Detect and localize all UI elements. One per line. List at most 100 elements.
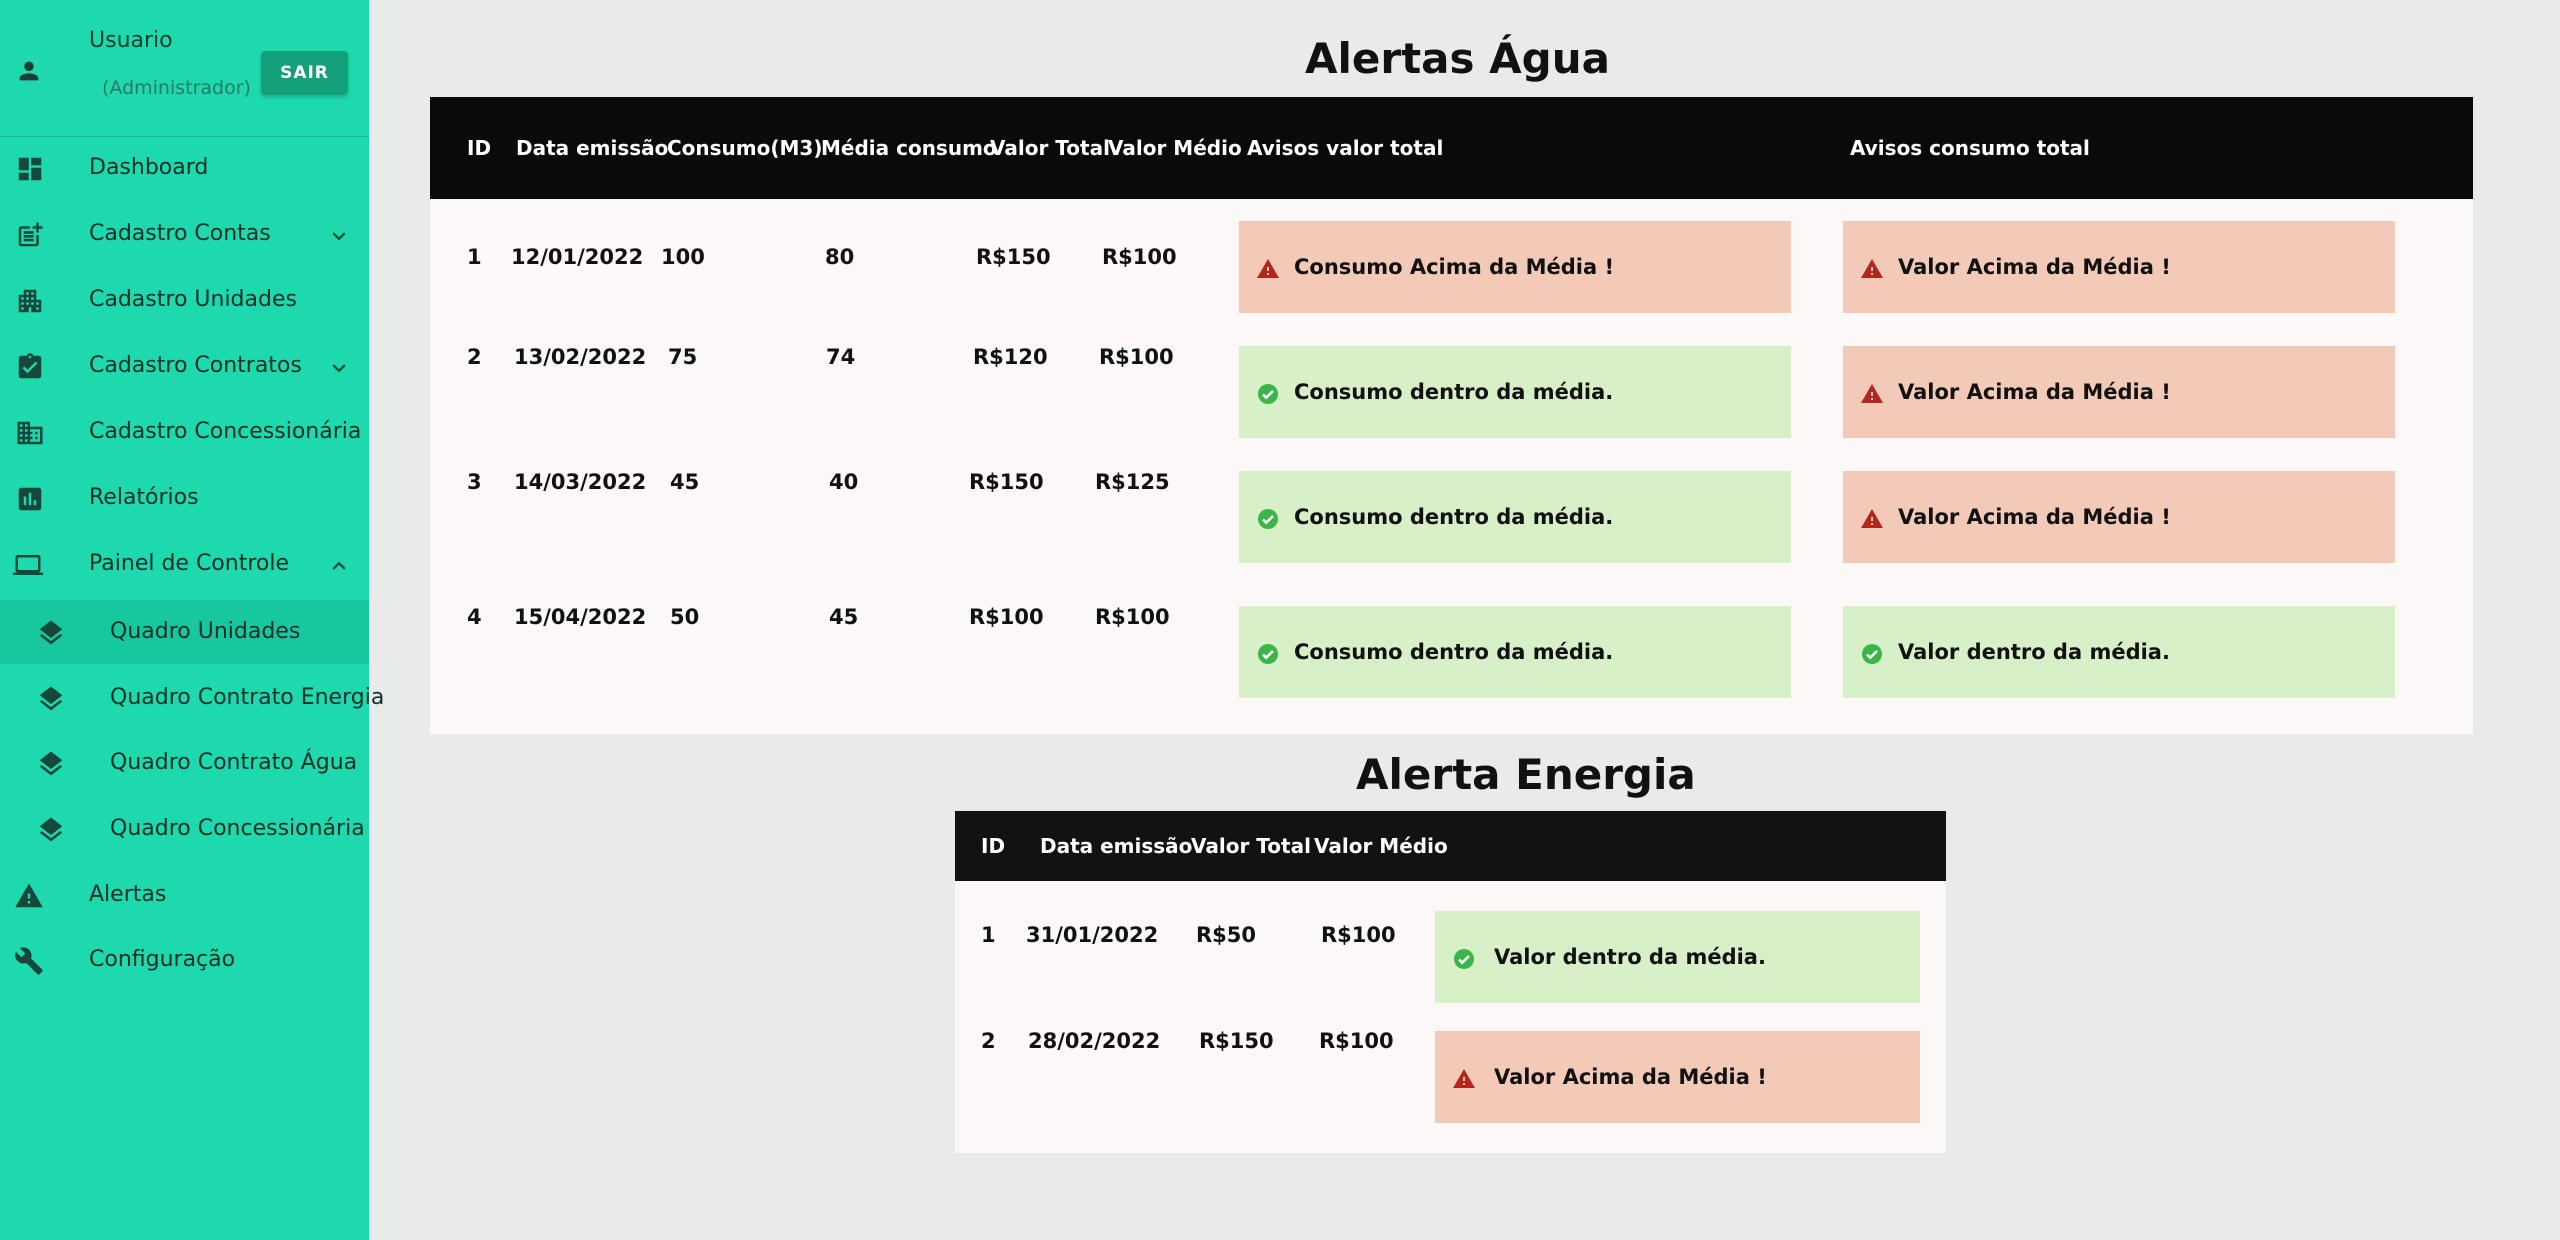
user-role: (Administrador)	[102, 77, 251, 99]
warning-icon	[15, 883, 43, 908]
nav-quadro-contrato-energia[interactable]: Quadro Contrato Energia	[0, 666, 384, 730]
nav-quadro-concessionaria[interactable]: Quadro Concessionária	[0, 797, 369, 861]
nav-configuracao-label: Configuração	[89, 947, 236, 972]
cell-date: 15/04/2022	[514, 605, 647, 629]
chevron-down-icon	[332, 232, 346, 241]
alert-valor: Valor Acima da Média !	[1843, 471, 2395, 563]
cell-total: R$150	[976, 245, 1051, 269]
agua-table-header: ID Data emissão Consumo(M3) Média consum…	[430, 97, 2473, 199]
nav-painel-controle-label: Painel de Controle	[89, 551, 290, 576]
nav-quadro-unidades-label: Quadro Unidades	[110, 619, 301, 644]
check-circle-icon	[1256, 382, 1280, 406]
nav-dashboard-label: Dashboard	[89, 155, 209, 180]
dashboard-icon	[18, 157, 42, 181]
col-header-data-emissao: Data emissão	[516, 136, 669, 160]
nav-painel-controle[interactable]: Painel de Controle	[0, 532, 369, 596]
alert-valor: Valor dentro da média.	[1843, 606, 2395, 698]
alert-valor: Valor Acima da Média !	[1843, 346, 2395, 438]
cell-medio: R$100	[1102, 245, 1177, 269]
cell-total: R$150	[1199, 1029, 1274, 1053]
alert-text: Consumo dentro da média.	[1294, 640, 1614, 664]
cell-media: 74	[826, 345, 856, 369]
cell-total: R$100	[969, 605, 1044, 629]
energia-title: Alerta Energia	[1356, 750, 1696, 799]
alert-text: Valor Acima da Média !	[1898, 505, 2171, 529]
nav-cadastro-unidades[interactable]: Cadastro Unidades	[0, 268, 369, 332]
user-name: Usuario	[89, 28, 173, 53]
cell-id: 3	[467, 470, 482, 494]
nav-cadastro-contas-label: Cadastro Contas	[89, 221, 271, 246]
alert-consumo: Consumo dentro da média.	[1239, 471, 1791, 563]
layers-icon	[39, 817, 63, 842]
nav-cadastro-contratos-label: Cadastro Contratos	[89, 353, 302, 378]
col-header-id: ID	[467, 136, 492, 160]
logout-button[interactable]: SAIR	[261, 51, 348, 95]
cell-date: 14/03/2022	[514, 470, 647, 494]
nav-cadastro-concessionaria-label: Cadastro Concessionária	[89, 419, 362, 444]
bar-chart-icon	[18, 487, 42, 511]
laptop-icon	[13, 555, 43, 575]
col-header-valor-medio: Valor Médio	[1108, 136, 1242, 160]
user-box: Usuario (Administrador) SAIR	[0, 0, 369, 137]
nav-cadastro-unidades-label: Cadastro Unidades	[89, 287, 297, 312]
alert-text: Consumo dentro da média.	[1294, 505, 1614, 529]
person-icon	[19, 61, 39, 81]
alert-text: Valor dentro da média.	[1898, 640, 2170, 664]
check-circle-icon	[1452, 947, 1476, 971]
nav-alertas-label: Alertas	[89, 882, 167, 907]
warning-icon	[1860, 507, 1884, 531]
col-header-valor-total: Valor Total	[990, 136, 1110, 160]
alert-text: Valor dentro da média.	[1494, 945, 1766, 969]
business-icon	[17, 421, 43, 445]
apartment-icon	[18, 289, 42, 313]
layers-icon	[39, 620, 63, 645]
col-header-data-emissao: Data emissão	[1040, 834, 1193, 858]
nav-cadastro-concessionaria[interactable]: Cadastro Concessionária	[0, 400, 369, 464]
cell-medio: R$100	[1321, 923, 1396, 947]
nav-quadro-contrato-agua[interactable]: Quadro Contrato Água	[0, 731, 369, 795]
alert-text: Valor Acima da Média !	[1494, 1065, 1767, 1089]
nav-quadro-contrato-energia-label: Quadro Contrato Energia	[110, 685, 385, 710]
agua-table: ID Data emissão Consumo(M3) Média consum…	[430, 97, 2473, 734]
cell-date: 12/01/2022	[511, 245, 644, 269]
layers-icon	[39, 751, 63, 776]
nav-configuracao[interactable]: Configuração	[0, 928, 369, 992]
alert-text: Valor Acima da Média !	[1898, 255, 2171, 279]
alert-consumo: Consumo dentro da média.	[1239, 606, 1791, 698]
cell-id: 1	[981, 923, 996, 947]
nav-relatorios[interactable]: Relatórios	[0, 466, 369, 530]
nav-alertas[interactable]: Alertas	[0, 863, 369, 927]
col-header-valor-medio: Valor Médio	[1314, 834, 1448, 858]
cell-id: 2	[981, 1029, 996, 1053]
nav-quadro-unidades[interactable]: Quadro Unidades	[0, 600, 369, 664]
check-circle-icon	[1256, 507, 1280, 531]
layers-icon	[39, 686, 63, 711]
nav-cadastro-contratos[interactable]: Cadastro Contratos	[0, 334, 369, 398]
alert-text: Consumo dentro da média.	[1294, 380, 1614, 404]
nav-dashboard[interactable]: Dashboard	[0, 136, 369, 200]
warning-icon	[1452, 1067, 1476, 1091]
nav-quadro-concessionaria-label: Quadro Concessionária	[110, 816, 365, 841]
cell-media: 45	[829, 605, 859, 629]
nav-cadastro-contas[interactable]: Cadastro Contas	[0, 202, 369, 266]
alert-valor: Valor Acima da Média !	[1843, 221, 2395, 313]
cell-medio: R$100	[1095, 605, 1170, 629]
chevron-up-icon	[332, 561, 346, 570]
cell-media: 40	[829, 470, 859, 494]
col-header-avisos-consumo: Avisos consumo total	[1850, 136, 2090, 160]
cell-consumo: 45	[670, 470, 700, 494]
cell-id: 4	[467, 605, 482, 629]
cell-medio: R$100	[1319, 1029, 1394, 1053]
check-circle-icon	[1860, 642, 1884, 666]
sidebar: Usuario (Administrador) SAIR Dashboard C…	[0, 0, 384, 1240]
cell-id: 2	[467, 345, 482, 369]
cell-id: 1	[467, 245, 482, 269]
col-header-media-consumo: Média consumo	[821, 136, 997, 160]
energia-table-header: ID Data emissão Valor Total Valor Médio	[955, 811, 1946, 881]
agua-title: Alertas Água	[1305, 34, 1610, 83]
col-header-id: ID	[981, 834, 1006, 858]
cell-total: R$50	[1196, 923, 1257, 947]
post-add-icon	[18, 222, 43, 247]
alert-consumo: Consumo Acima da Média !	[1239, 221, 1791, 313]
col-header-valor-total: Valor Total	[1191, 834, 1311, 858]
